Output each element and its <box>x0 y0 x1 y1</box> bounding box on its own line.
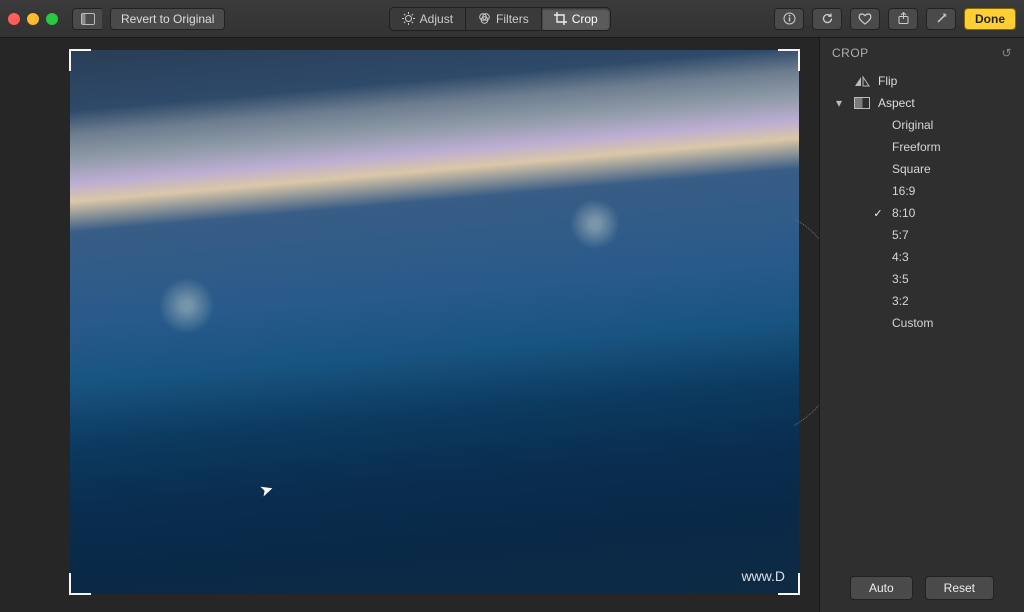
done-button[interactable]: Done <box>964 8 1016 30</box>
flip-row[interactable]: Flip <box>834 70 1014 92</box>
crop-handle-top-right[interactable] <box>778 49 800 71</box>
aspect-option[interactable]: 5:7 <box>834 224 1014 246</box>
photo-preview[interactable]: www.D ➤ <box>70 50 799 594</box>
enhance-button[interactable] <box>926 8 956 30</box>
tab-crop[interactable]: Crop <box>542 7 611 31</box>
crop-frame[interactable]: www.D ➤ 15 10 5 0 -5 -10 -15 ◀ <box>70 50 799 594</box>
aspect-option-label: 4:3 <box>892 250 909 264</box>
aspect-option[interactable]: 3:2 <box>834 290 1014 312</box>
info-button[interactable] <box>774 8 804 30</box>
minimize-window-icon[interactable] <box>27 13 39 25</box>
aspect-option-label: 3:2 <box>892 294 909 308</box>
cursor-icon: ➤ <box>257 478 276 501</box>
tab-adjust[interactable]: Adjust <box>389 7 466 31</box>
aspect-option-label: Square <box>892 162 931 176</box>
rotate-button[interactable] <box>812 8 842 30</box>
close-window-icon[interactable] <box>8 13 20 25</box>
tab-filters-label: Filters <box>496 12 529 26</box>
edit-mode-tabs: Adjust Filters Crop <box>389 7 611 31</box>
sidebar-icon <box>81 13 95 25</box>
favorite-button[interactable] <box>850 8 880 30</box>
magic-wand-icon <box>935 12 948 25</box>
extensions-button[interactable] <box>888 8 918 30</box>
crop-icon <box>554 12 567 25</box>
editor-canvas-area: www.D ➤ 15 10 5 0 -5 -10 -15 ◀ <box>0 38 819 612</box>
toolbar: Revert to Original Adjust Filters Crop <box>0 0 1024 38</box>
aspect-option[interactable]: 16:9 <box>834 180 1014 202</box>
aspect-option[interactable]: Custom <box>834 312 1014 334</box>
aspect-option-label: 5:7 <box>892 228 909 242</box>
tab-filters[interactable]: Filters <box>466 7 542 31</box>
reset-button[interactable]: Reset <box>925 576 994 600</box>
aspect-option[interactable]: Freeform <box>834 136 1014 158</box>
aspect-option-label: Original <box>892 118 933 132</box>
tab-crop-label: Crop <box>572 12 598 26</box>
aspect-option-label: 3:5 <box>892 272 909 286</box>
filters-icon <box>478 12 491 25</box>
window-traffic-lights <box>8 13 58 25</box>
aspect-option[interactable]: 3:5 <box>834 268 1014 290</box>
aspect-label: Aspect <box>878 96 915 110</box>
aspect-option-label: Custom <box>892 316 933 330</box>
reset-panel-icon[interactable]: ↺ <box>1001 46 1012 60</box>
sidebar-toggle-button[interactable] <box>72 8 102 30</box>
sidebar-header: CROP ↺ <box>820 38 1024 68</box>
aspect-option-label: Freeform <box>892 140 941 154</box>
flip-label: Flip <box>878 74 897 88</box>
rotate-icon <box>821 12 834 25</box>
fullscreen-window-icon[interactable] <box>46 13 58 25</box>
flip-icon <box>854 75 870 87</box>
crop-handle-top-left[interactable] <box>69 49 91 71</box>
aspect-option[interactable]: Original <box>834 114 1014 136</box>
checkmark-icon: ✓ <box>872 207 884 220</box>
revert-to-original-button[interactable]: Revert to Original <box>110 8 225 30</box>
info-icon <box>783 12 796 25</box>
crop-sidebar: CROP ↺ Flip ▾ Aspect Original Freeform Squ… <box>819 38 1024 612</box>
share-icon <box>897 12 910 25</box>
aspect-row[interactable]: ▾ Aspect <box>834 92 1014 114</box>
disclosure-triangle-icon[interactable]: ▾ <box>836 96 846 110</box>
auto-button[interactable]: Auto <box>850 576 913 600</box>
aspect-option-label: 16:9 <box>892 184 915 198</box>
aspect-option[interactable]: ✓ 8:10 <box>834 202 1014 224</box>
sidebar-title: CROP <box>832 46 869 60</box>
aspect-options-list: Original Freeform Square 16:9 ✓ 8:10 5:7 4:3 3:5… <box>834 114 1014 334</box>
sidebar-footer: Auto Reset <box>820 564 1024 612</box>
adjust-icon <box>402 12 415 25</box>
heart-icon <box>858 12 872 25</box>
aspect-option[interactable]: 4:3 <box>834 246 1014 268</box>
crop-handle-bottom-left[interactable] <box>69 573 91 595</box>
aspect-icon <box>854 97 870 109</box>
aspect-option[interactable]: Square <box>834 158 1014 180</box>
aspect-option-label: 8:10 <box>892 206 915 220</box>
tab-adjust-label: Adjust <box>420 12 453 26</box>
crop-handle-bottom-right[interactable] <box>778 573 800 595</box>
